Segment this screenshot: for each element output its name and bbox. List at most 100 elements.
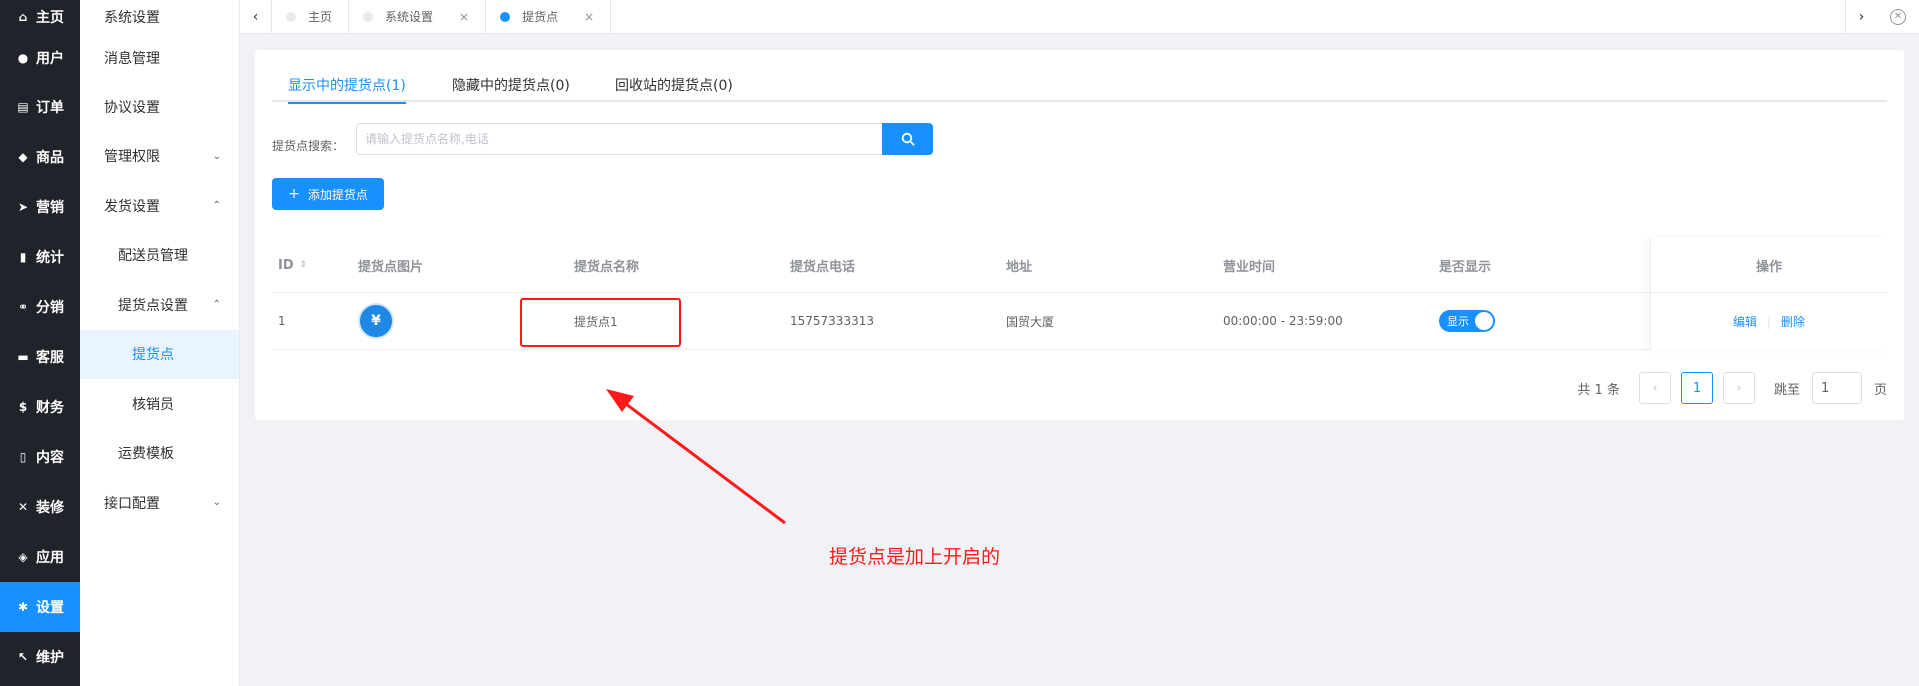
- plus-icon: +: [288, 186, 300, 202]
- bar-chart-icon: ▮: [19, 250, 27, 264]
- annotation-text: 提货点是加上开启的: [829, 546, 1001, 568]
- submenu-admin-permissions[interactable]: 管理权限 ⌄: [80, 132, 239, 182]
- nav-item-label: 订单: [36, 100, 64, 116]
- tabs-scroll-right-button[interactable]: ›: [1845, 0, 1877, 34]
- home-icon: ⌂: [18, 10, 28, 24]
- column-header-name: 提货点名称: [574, 259, 640, 275]
- nav-item-content[interactable]: ▯ 内容: [0, 432, 80, 482]
- column-header-address: 地址: [1006, 259, 1033, 275]
- nav-item-product[interactable]: ◆ 商品: [0, 132, 80, 182]
- tab-system-settings[interactable]: 系统设置 ×: [349, 0, 487, 34]
- submenu-label: 发货设置: [104, 198, 160, 215]
- cell-phone: 15757333313: [790, 314, 874, 328]
- submenu-shipping-settings[interactable]: 发货设置 ⌃: [80, 181, 239, 231]
- submenu-agreement-settings[interactable]: 协议设置: [80, 82, 239, 132]
- table-header: ID ⇕ 提货点图片 提货点名称 提货点电话 地址 营业时间 是否显示: [272, 238, 1887, 293]
- submenu-label: 核销员: [132, 396, 174, 413]
- pagination-total: 共 1 条: [1577, 382, 1620, 398]
- tab-recycle-bin-pickup-points[interactable]: 回收站的提货点(0): [615, 72, 733, 102]
- nav-item-label: 主页: [36, 10, 64, 26]
- tab-label: 提货点: [522, 10, 559, 24]
- page-jumper: 跳至 页: [1774, 372, 1887, 404]
- settings-submenu: 系统设置 消息管理 协议设置 管理权限 ⌄ 发货设置 ⌃ 配送员管理 提货点设置 ⌃ …: [80, 0, 240, 686]
- nav-item-label: 分销: [36, 300, 64, 316]
- gear-icon: ✱: [17, 600, 29, 614]
- search-input[interactable]: [356, 123, 882, 155]
- submenu-pickup-settings[interactable]: 提货点设置 ⌃: [80, 280, 239, 330]
- highlight-box: [520, 298, 681, 347]
- send-icon: ➤: [17, 200, 29, 214]
- close-all-tabs-button[interactable]: ✕: [1877, 0, 1919, 34]
- page-tabs-bar: ‹ 主页 系统设置 × 提货点 × › ✕: [240, 0, 1919, 34]
- tab-hidden-pickup-points[interactable]: 隐藏中的提货点(0): [452, 72, 570, 102]
- column-header-actions: 操作: [1651, 238, 1887, 293]
- action-separator: |: [1766, 314, 1772, 329]
- nav-item-label: 应用: [36, 550, 64, 566]
- tab-home[interactable]: 主页: [272, 0, 350, 34]
- delete-link[interactable]: 删除: [1781, 313, 1805, 330]
- nav-item-service[interactable]: ▬ 客服: [0, 332, 80, 382]
- close-icon[interactable]: ×: [584, 10, 594, 24]
- nav-item-decoration[interactable]: ✕ 装修: [0, 482, 80, 532]
- nav-item-maintenance[interactable]: ↖ 维护: [0, 632, 80, 682]
- nav-item-home[interactable]: ⌂ 主页: [0, 0, 80, 34]
- cell-address: 国贸大厦: [1006, 314, 1055, 329]
- cube-icon: ◈: [18, 550, 28, 564]
- chevron-right-icon: ›: [1736, 380, 1742, 396]
- nav-item-label: 维护: [36, 650, 64, 666]
- chevron-left-icon: ‹: [1652, 380, 1658, 396]
- chevron-down-icon: ⌄: [212, 497, 221, 509]
- next-page-button[interactable]: ›: [1722, 372, 1755, 404]
- submenu-pickup-points[interactable]: 提货点: [80, 329, 239, 379]
- visible-toggle[interactable]: 显示: [1439, 310, 1495, 332]
- chevron-right-icon: ›: [1858, 8, 1865, 25]
- column-header-id[interactable]: ID ⇕: [278, 238, 307, 292]
- pagination: 共 1 条 ‹ 1 › 跳至 页: [1577, 372, 1887, 404]
- nav-item-order[interactable]: ▤ 订单: [0, 82, 80, 132]
- submenu-api-config[interactable]: 接口配置 ⌄: [80, 478, 239, 528]
- nav-item-label: 装修: [36, 500, 64, 516]
- column-header-visible: 是否显示: [1439, 259, 1492, 275]
- search-button[interactable]: [882, 123, 933, 155]
- nav-item-finance[interactable]: $ 财务: [0, 382, 80, 432]
- cell-hours: 00:00:00 - 23:59:00: [1223, 314, 1343, 328]
- table-row: 1 ¥ 提货点1 15757333313 国贸大厦 00:00:00 - 23:…: [272, 293, 1887, 350]
- edit-link[interactable]: 编辑: [1733, 313, 1757, 330]
- jump-page-input[interactable]: [1811, 372, 1862, 404]
- submenu-verifiers[interactable]: 核销员: [80, 379, 239, 429]
- row-actions: 编辑 | 删除: [1651, 293, 1887, 350]
- nav-item-marketing[interactable]: ➤ 营销: [0, 182, 80, 232]
- nav-item-user[interactable]: ● 用户: [0, 34, 80, 82]
- submenu-shipping-templates[interactable]: 运费模板: [80, 429, 239, 479]
- nav-item-label: 设置: [36, 600, 64, 616]
- submenu-label: 接口配置: [104, 495, 160, 512]
- share-icon: ⚭: [17, 300, 29, 314]
- nav-item-apps[interactable]: ◈ 应用: [0, 532, 80, 582]
- jump-label: 跳至: [1773, 382, 1800, 398]
- search-icon: [901, 132, 915, 146]
- chevron-down-icon: ⌄: [212, 150, 221, 162]
- tab-visible-pickup-points[interactable]: 显示中的提货点(1): [288, 72, 406, 104]
- submenu-message-management[interactable]: 消息管理: [80, 34, 239, 82]
- chevron-up-icon: ⌃: [212, 299, 221, 311]
- pickup-points-table: ID ⇕ 提货点图片 提货点名称 提货点电话 地址 营业时间 是否显示 1 ¥ 提…: [272, 238, 1887, 350]
- nav-item-statistics[interactable]: ▮ 统计: [0, 232, 80, 282]
- add-pickup-point-button[interactable]: + 添加提货点: [272, 178, 384, 210]
- prev-page-button[interactable]: ‹: [1638, 372, 1671, 404]
- pickup-point-image[interactable]: ¥: [358, 303, 394, 339]
- search-label: 提货点搜索：: [272, 139, 345, 153]
- nav-item-label: 营销: [36, 200, 64, 216]
- sort-icon[interactable]: ⇕: [300, 260, 308, 270]
- page-number-button[interactable]: 1: [1680, 372, 1713, 404]
- tabs-scroll-left-button[interactable]: ‹: [240, 0, 272, 34]
- nav-item-distribution[interactable]: ⚭ 分销: [0, 282, 80, 332]
- cell-visible: 显示: [1439, 293, 1495, 349]
- submenu-system-settings[interactable]: 系统设置: [80, 0, 239, 34]
- tab-pickup-points[interactable]: 提货点 ×: [486, 0, 612, 34]
- actions-column: 操作 编辑 | 删除: [1650, 238, 1887, 350]
- submenu-courier-management[interactable]: 配送员管理: [80, 231, 239, 281]
- close-icon[interactable]: ×: [459, 10, 469, 24]
- column-header-hours: 营业时间: [1223, 259, 1276, 275]
- nav-item-settings[interactable]: ✱ 设置: [0, 582, 80, 632]
- submenu-label: 协议设置: [104, 99, 160, 116]
